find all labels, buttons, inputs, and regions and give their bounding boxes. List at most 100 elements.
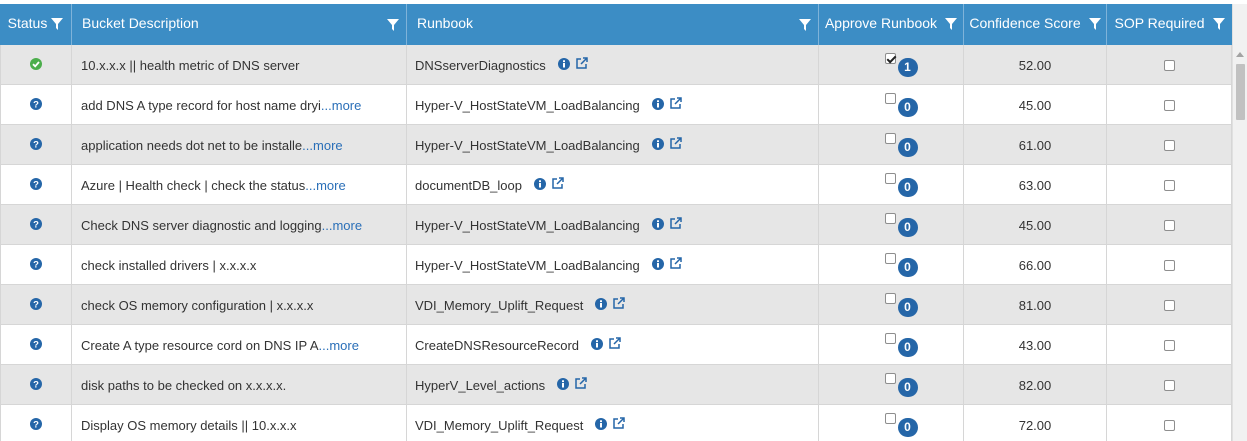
approve-checkbox[interactable] [884,173,896,184]
table-row[interactable]: ? Create A type resource cord on DNS IP A… [0,325,1232,365]
column-bucket-header[interactable]: Bucket Description [72,4,407,45]
status-cell: ? [0,285,72,325]
external-link-icon[interactable] [669,97,682,113]
sop-required-checkbox[interactable] [1163,99,1175,111]
approval-count-badge: 1 [897,58,918,77]
more-link[interactable]: ...more [321,98,361,113]
column-approve-header[interactable]: Approve Runbook [819,4,964,45]
external-link-icon[interactable] [551,177,564,193]
confidence-score-cell: 82.00 [964,365,1107,405]
runbook-name: VDI_Memory_Uplift_Request [415,297,584,313]
confidence-score-value: 45.00 [1018,217,1052,233]
info-icon[interactable] [591,337,604,353]
approve-runbook-cell: 0 [819,125,964,165]
table-row[interactable]: ? add DNS A type record for host name dry… [0,85,1232,125]
confidence-score-cell: 45.00 [964,85,1107,125]
column-status-header[interactable]: Status [0,4,72,45]
external-link-icon[interactable] [612,297,626,313]
sop-required-checkbox[interactable] [1163,59,1175,71]
more-link[interactable]: ...more [302,138,342,153]
info-icon[interactable] [651,257,664,273]
info-icon[interactable] [595,297,608,313]
bucket-description-cell: Check DNS server diagnostic and logging … [72,205,407,245]
external-link-icon[interactable] [669,257,682,273]
runbook-name: DNSserverDiagnostics [415,57,546,73]
filter-icon[interactable] [799,19,811,31]
table-row[interactable]: ? check OS memory configuration | x.x.x.x… [0,285,1232,325]
approve-runbook-cell: 0 [819,365,964,405]
runbook-name: Hyper-V_HostStateVM_LoadBalancing [415,257,640,273]
approve-checkbox[interactable] [884,333,896,344]
sop-required-cell [1107,205,1232,245]
approve-runbook-cell: 0 [819,85,964,125]
approve-checkbox[interactable] [884,213,896,224]
bucket-description-text: disk paths to be checked on x.x.x.x. [81,377,287,393]
filter-icon[interactable] [1212,18,1225,31]
filter-icon[interactable] [1088,18,1101,31]
filter-icon[interactable] [945,18,958,31]
sop-required-checkbox[interactable] [1163,139,1175,151]
sop-required-checkbox[interactable] [1163,419,1175,431]
sop-required-checkbox[interactable] [1163,299,1175,311]
info-icon[interactable] [595,417,608,433]
confidence-score-value: 81.00 [1018,297,1052,313]
table-row[interactable]: 10.x.x.x || health metric of DNS server D… [0,45,1232,85]
external-link-icon[interactable] [669,217,682,233]
more-link[interactable]: ...more [305,178,345,193]
approve-checkbox[interactable] [884,253,896,264]
info-icon[interactable] [557,377,570,393]
filter-icon[interactable] [387,19,399,31]
approve-checkbox[interactable] [884,133,896,144]
table-row[interactable]: ? Check DNS server diagnostic and logging… [0,205,1232,245]
vertical-scrollbar[interactable] [1232,4,1247,441]
bucket-description-cell: add DNS A type record for host name dryi… [72,85,407,125]
sop-required-checkbox[interactable] [1163,379,1175,391]
approve-checkbox[interactable] [884,293,896,304]
svg-text:?: ? [33,379,39,390]
status-cell: ? [0,165,72,205]
table-row[interactable]: ? check installed drivers | x.x.x.x Hyper-… [0,245,1232,285]
table-row[interactable]: ? Azure | Health check | check the status… [0,165,1232,205]
info-icon[interactable] [557,57,570,73]
scroll-up-arrow-icon[interactable] [1236,52,1244,57]
external-link-icon[interactable] [575,57,588,73]
external-link-icon[interactable] [669,137,682,153]
approve-checkbox[interactable] [884,373,896,384]
external-link-icon[interactable] [608,337,621,353]
approve-runbook-cell: 0 [819,405,964,441]
more-link[interactable]: ...more [322,218,362,233]
sop-required-checkbox[interactable] [1163,179,1175,191]
approve-checkbox[interactable] [884,53,896,64]
sop-required-checkbox[interactable] [1163,339,1175,351]
external-link-icon[interactable] [612,417,626,433]
confidence-score-value: 63.00 [1018,177,1052,193]
svg-text:?: ? [33,419,39,430]
external-link-icon[interactable] [574,377,587,393]
bucket-description-text: Azure | Health check | check the status [81,177,306,193]
table-row[interactable]: ? Display OS memory details || 10.x.x.x VD… [0,405,1232,441]
table-row[interactable]: ? disk paths to be checked on x.x.x.x. Hyp… [0,365,1232,405]
table-row[interactable]: ? application needs dot net to be install… [0,125,1232,165]
column-status-label: Status [7,15,48,31]
question-circle-icon: ? [30,337,42,353]
bucket-description-cell: Display OS memory details || 10.x.x.x [72,405,407,441]
info-icon[interactable] [651,217,664,233]
column-sop-header[interactable]: SOP Required [1107,4,1232,45]
filter-icon[interactable] [51,18,64,31]
scrollbar-thumb[interactable] [1236,64,1245,120]
question-circle-icon: ? [30,137,42,153]
sop-required-cell [1107,325,1232,365]
sop-required-checkbox[interactable] [1163,219,1175,231]
approve-checkbox[interactable] [884,93,896,104]
info-icon[interactable] [651,97,664,113]
info-icon[interactable] [533,177,546,193]
sop-required-checkbox[interactable] [1163,259,1175,271]
bucket-description-text: 10.x.x.x || health metric of DNS server [81,57,300,73]
approve-checkbox[interactable] [884,413,896,424]
info-icon[interactable] [651,137,664,153]
more-link[interactable]: ...more [319,338,359,353]
approval-count-badge: 0 [897,378,918,397]
column-runbook-header[interactable]: Runbook [407,4,819,45]
grid-body: 10.x.x.x || health metric of DNS server D… [0,45,1232,441]
column-confidence-header[interactable]: Confidence Score [964,4,1107,45]
